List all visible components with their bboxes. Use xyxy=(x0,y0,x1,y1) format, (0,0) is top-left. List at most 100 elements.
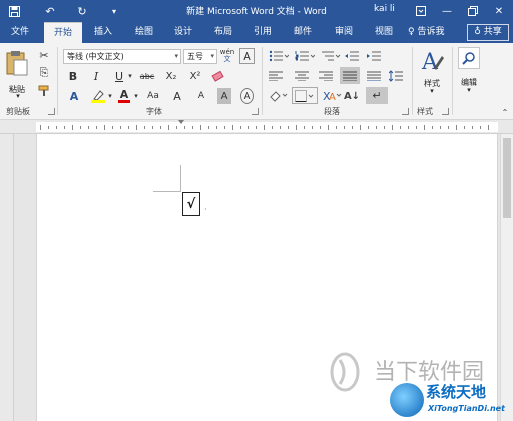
ruler-tick xyxy=(296,125,297,130)
paste-icon[interactable] xyxy=(4,49,30,77)
customize-toolbar-icon[interactable]: ▾ xyxy=(106,3,122,19)
redo-icon[interactable]: ↻ xyxy=(74,3,90,19)
collapse-ribbon-icon[interactable]: ⌃ xyxy=(500,104,510,120)
paragraph-launcher-icon[interactable] xyxy=(402,108,409,115)
borders-icon[interactable] xyxy=(292,87,318,104)
strikethrough-button[interactable]: abc xyxy=(138,68,156,84)
tab-file[interactable]: 文件 xyxy=(3,22,37,43)
text-highlight-button[interactable] xyxy=(90,88,106,104)
ruler-tick xyxy=(224,126,225,129)
copy-icon[interactable]: ⎘ xyxy=(37,65,51,81)
align-left-icon[interactable] xyxy=(268,68,284,84)
ruler-text-area xyxy=(36,122,498,132)
undo-icon[interactable]: ↶ xyxy=(42,3,58,19)
multilevel-list-icon[interactable] xyxy=(320,48,342,64)
superscript-button[interactable]: X² xyxy=(186,68,204,84)
tell-me-search[interactable]: ♀ 告诉我 xyxy=(408,22,444,43)
tab-design[interactable]: 设计 xyxy=(166,22,200,43)
tab-home[interactable]: 开始 xyxy=(44,22,82,43)
character-border-button[interactable]: A xyxy=(239,48,255,64)
grow-font-button[interactable]: A xyxy=(170,88,184,104)
first-line-indent-marker[interactable] xyxy=(178,120,184,124)
check-mark-character[interactable]: √ xyxy=(182,192,200,216)
font-launcher-icon[interactable] xyxy=(252,108,259,115)
font-size-combo[interactable]: 五号 ▾ xyxy=(183,49,217,64)
bold-button[interactable]: B xyxy=(66,68,80,84)
svg-text:A: A xyxy=(421,50,439,75)
tab-view[interactable]: 视图 xyxy=(367,22,401,43)
clear-formatting-icon[interactable] xyxy=(210,68,226,84)
restore-icon[interactable] xyxy=(460,0,486,22)
distributed-icon[interactable] xyxy=(366,68,382,84)
styles-dropdown-icon[interactable]: ▾ xyxy=(428,87,436,95)
line-spacing-icon[interactable] xyxy=(388,68,408,84)
change-case-button[interactable]: Aa xyxy=(144,88,162,104)
tab-insert[interactable]: 插入 xyxy=(86,22,120,43)
ruler-tick xyxy=(376,126,377,129)
increase-indent-icon[interactable] xyxy=(366,48,382,64)
numbering-icon[interactable] xyxy=(294,48,316,64)
font-color-icon: A xyxy=(119,87,129,101)
vertical-scrollbar[interactable] xyxy=(500,134,513,421)
character-shading-button[interactable]: A xyxy=(217,88,231,104)
highlight-dropdown-icon[interactable]: ▾ xyxy=(106,88,114,104)
enclose-characters-button[interactable]: A xyxy=(240,88,254,104)
ruler-tick xyxy=(416,126,417,129)
ruler-tick xyxy=(368,126,369,129)
subscript-button[interactable]: X₂ xyxy=(162,68,180,84)
tab-mailings[interactable]: 邮件 xyxy=(286,22,320,43)
save-icon[interactable] xyxy=(6,3,22,19)
underline-dropdown-icon[interactable]: ▾ xyxy=(126,68,134,84)
minimize-icon[interactable]: — xyxy=(434,0,460,22)
ruler-tick xyxy=(256,126,257,129)
font-name-combo[interactable]: 等线 (中文正文) ▾ xyxy=(63,49,181,64)
ruler-tick xyxy=(272,126,273,129)
ruler-tick xyxy=(472,126,473,129)
decrease-indent-icon[interactable] xyxy=(344,48,360,64)
tab-references[interactable]: 引用 xyxy=(246,22,280,43)
horizontal-ruler[interactable] xyxy=(0,120,513,134)
bullets-icon[interactable] xyxy=(268,48,290,64)
underline-button[interactable]: U xyxy=(112,68,126,84)
styles-gallery-icon[interactable]: A xyxy=(419,48,445,76)
ruler-tick xyxy=(464,126,465,129)
shrink-font-button[interactable]: A xyxy=(194,88,208,104)
italic-button[interactable]: I xyxy=(89,68,103,84)
close-icon[interactable]: ✕ xyxy=(486,0,512,22)
text-effects-button[interactable]: A xyxy=(66,88,82,104)
ruler-tick xyxy=(192,126,193,129)
format-painter-icon[interactable] xyxy=(37,83,51,99)
align-right-icon[interactable] xyxy=(318,68,334,84)
font-color-dropdown-icon[interactable]: ▾ xyxy=(132,88,140,104)
share-button[interactable]: ♁ 共享 xyxy=(467,24,509,41)
ruler-tick xyxy=(384,126,385,129)
ribbon-display-options-icon[interactable] xyxy=(408,0,434,22)
font-color-button[interactable]: A xyxy=(116,88,132,104)
ruler-tick xyxy=(288,126,289,129)
vertical-ruler[interactable] xyxy=(0,134,14,421)
align-center-icon[interactable] xyxy=(294,68,310,84)
show-formatting-marks-icon[interactable]: ↵ xyxy=(366,87,388,104)
shading-icon[interactable] xyxy=(268,88,290,104)
justify-icon[interactable] xyxy=(340,67,360,84)
ruler-tick xyxy=(144,126,145,129)
crop-mark xyxy=(153,191,181,192)
styles-launcher-icon[interactable] xyxy=(442,108,449,115)
scrollbar-thumb[interactable] xyxy=(503,138,511,218)
search-icon[interactable] xyxy=(458,47,480,69)
cut-icon[interactable]: ✂ xyxy=(37,47,51,63)
tab-review[interactable]: 审阅 xyxy=(327,22,361,43)
phonetic-guide-button[interactable]: wén 文 xyxy=(219,48,235,64)
clipboard-launcher-icon[interactable] xyxy=(48,108,55,115)
editing-dropdown-icon[interactable]: ▾ xyxy=(465,86,473,94)
ruler-tick xyxy=(208,126,209,129)
chinese-layout-icon[interactable]: XA xyxy=(322,88,344,104)
font-size-value: 五号 xyxy=(187,52,203,61)
sort-icon[interactable]: A↓ xyxy=(344,88,360,104)
ruler-tick xyxy=(48,126,49,129)
tab-draw[interactable]: 绘图 xyxy=(127,22,161,43)
user-name[interactable]: kai li xyxy=(374,4,395,14)
ruler-tick xyxy=(448,126,449,129)
tab-layout[interactable]: 布局 xyxy=(206,22,240,43)
paste-dropdown-icon[interactable]: ▾ xyxy=(14,92,22,100)
